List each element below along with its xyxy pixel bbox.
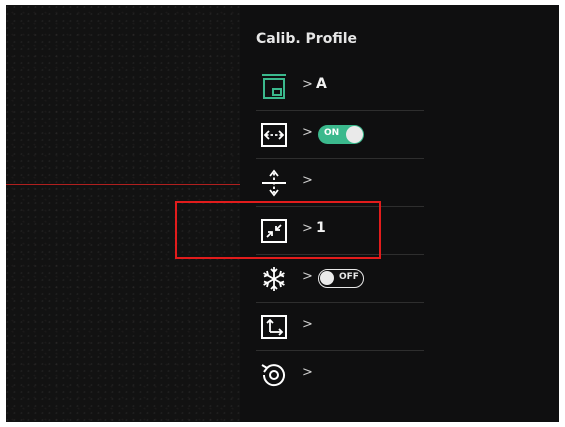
- stretch-toggle[interactable]: ON: [318, 125, 364, 144]
- chevron-right-icon: >: [302, 365, 313, 380]
- chevron-right-icon: >: [302, 173, 313, 188]
- vertical-adjust-icon: [256, 166, 292, 200]
- profile-value: A: [316, 76, 327, 92]
- selection-highlight-box: [175, 201, 381, 259]
- menu-item-freeze[interactable]: > OFF: [256, 255, 424, 303]
- menu-title: Calib. Profile: [256, 31, 357, 47]
- freeze-snowflake-icon: [256, 262, 292, 296]
- toggle-knob: [320, 271, 334, 285]
- menu-item-reset[interactable]: >: [256, 351, 424, 398]
- axis-position-icon: [256, 310, 292, 344]
- chevron-right-icon: >: [302, 317, 313, 332]
- menu-item-axis[interactable]: >: [256, 303, 424, 351]
- reset-rotate-icon: [256, 358, 292, 392]
- toggle-knob: [346, 126, 363, 143]
- menu-item-vertical[interactable]: >: [256, 159, 424, 207]
- freeze-toggle[interactable]: OFF: [318, 269, 364, 288]
- toggle-state-label: ON: [324, 128, 340, 138]
- calibration-profile-icon: [256, 70, 292, 104]
- chevron-right-icon: >: [302, 125, 313, 140]
- menu-item-profile[interactable]: > A: [256, 63, 424, 111]
- chevron-right-icon: >: [302, 77, 313, 92]
- chevron-right-icon: >: [302, 269, 313, 284]
- menu-item-stretch[interactable]: > ON: [256, 111, 424, 159]
- horizontal-stretch-icon: [256, 118, 292, 152]
- toggle-state-label: OFF: [339, 272, 359, 282]
- thermal-viewfinder: Calib. Profile > A > ON > > 1 > OFF > >: [6, 5, 559, 422]
